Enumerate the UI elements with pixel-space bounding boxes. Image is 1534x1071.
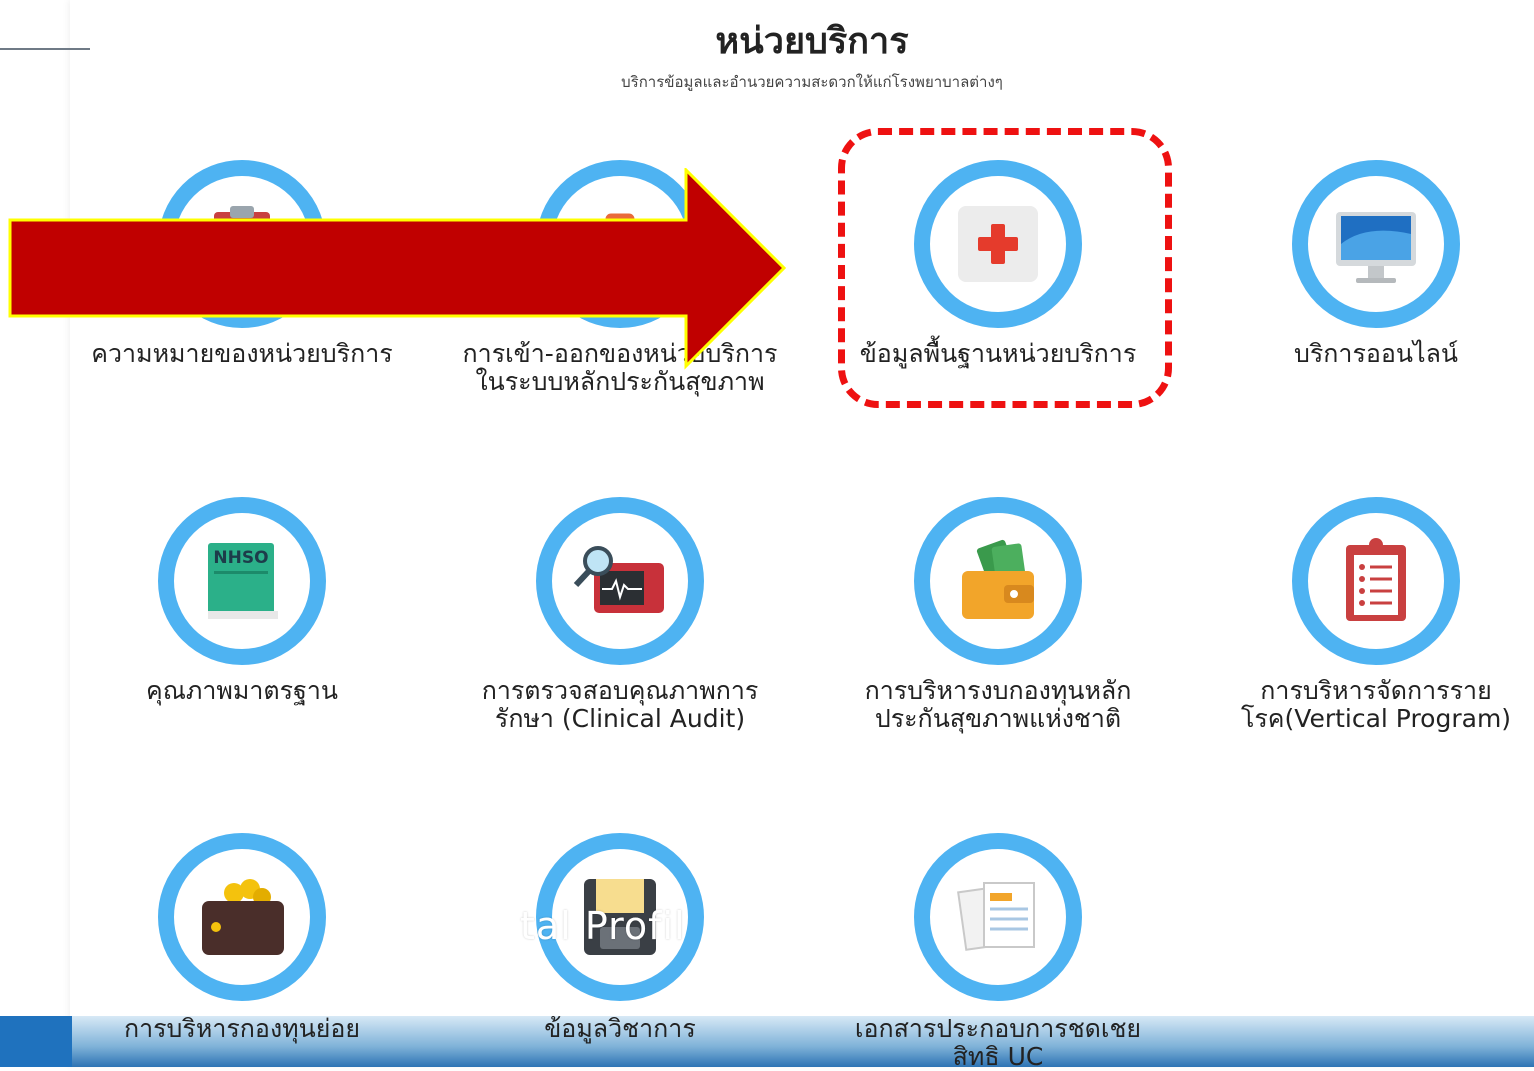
red-arrow-icon <box>8 168 787 370</box>
tile-label: เอกสารประกอบการชดเชย สิทธิ UC <box>854 1014 1142 1071</box>
tile-label: บริการออนไลน์ <box>1293 339 1458 368</box>
coin-wallet-icon <box>158 833 326 1001</box>
nhso-badge-text: NHSO <box>213 548 268 568</box>
documents-icon <box>914 833 1082 1001</box>
tile-label: คุณภาพมาตรฐาน <box>145 676 339 705</box>
page-subtitle: บริการข้อมูลและอำนวยความสะดวกให้แก่โรงพย… <box>621 73 1003 91</box>
tile-label: การบริหารกองทุนย่อย <box>123 1014 361 1043</box>
tile-label: การบริหารจัดการราย โรค(Vertical Program) <box>1240 676 1512 733</box>
monitor-magnifier-icon <box>536 497 704 665</box>
highlight-dashed-box <box>838 128 1172 408</box>
tile-label: การบริหารงบกองทุนหลัก ประกันสุขภาพแห่งชาต… <box>864 676 1132 733</box>
page-title: หน่วยบริการ <box>715 21 909 62</box>
wallet-money-icon <box>914 497 1082 665</box>
computer-monitor-icon <box>1292 160 1460 328</box>
tile-label: ข้อมูลวิชาการ <box>544 1014 696 1043</box>
checklist-clipboard-icon <box>1292 497 1460 665</box>
tile-label: การตรวจสอบคุณภาพการ รักษา (Clinical Audit… <box>481 676 759 733</box>
overlay-text: tal Profil <box>520 904 686 948</box>
nhso-book-icon: NHSO <box>158 497 326 665</box>
